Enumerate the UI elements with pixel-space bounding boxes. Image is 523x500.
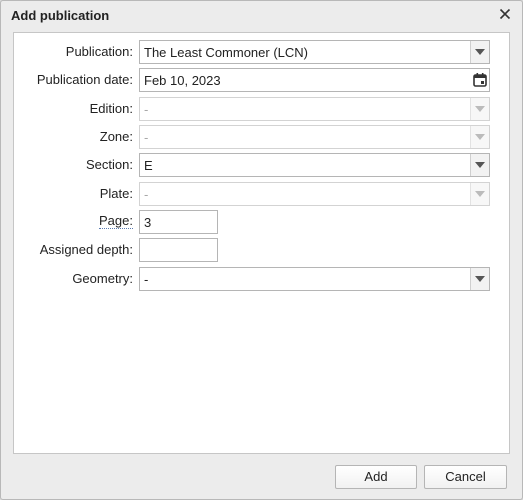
plate-label: Plate:: [99, 186, 133, 201]
section-combo[interactable]: E: [139, 153, 490, 177]
publication-combo[interactable]: The Least Commoner (LCN): [139, 40, 490, 64]
publication-label: Publication:: [65, 44, 133, 59]
geometry-label: Geometry:: [72, 271, 133, 286]
edition-value: -: [144, 102, 149, 117]
form-panel: Publication: The Least Commoner (LCN) Pu…: [13, 32, 510, 454]
section-value: E: [144, 158, 153, 173]
geometry-row: Geometry: -: [14, 267, 509, 291]
assigned-depth-input[interactable]: [139, 238, 218, 262]
page-value: 3: [144, 215, 152, 230]
plate-row: Plate: -: [14, 182, 509, 206]
plate-combo: -: [139, 182, 490, 206]
zone-row: Zone: -: [14, 125, 509, 149]
assigned-depth-row: Assigned depth:: [14, 238, 509, 262]
zone-value: -: [144, 130, 149, 145]
add-button[interactable]: Add: [335, 465, 417, 489]
page-input[interactable]: 3: [139, 210, 218, 234]
plate-value: -: [144, 187, 149, 202]
assigned-depth-label: Assigned depth:: [39, 242, 133, 257]
edition-label: Edition:: [89, 101, 133, 116]
publication-date-row: Publication date: Feb 10, 2023: [14, 68, 509, 92]
cancel-button[interactable]: Cancel: [424, 465, 507, 489]
edition-combo: -: [139, 97, 490, 121]
page-row: Page: 3: [14, 210, 509, 234]
publication-value: The Least Commoner (LCN): [144, 45, 308, 60]
chevron-down-icon: [470, 183, 489, 205]
publication-row: Publication: The Least Commoner (LCN): [14, 40, 509, 64]
close-icon[interactable]: [497, 6, 513, 22]
geometry-combo[interactable]: -: [139, 267, 490, 291]
dialog-title: Add publication: [11, 8, 110, 23]
chevron-down-icon[interactable]: [470, 268, 489, 290]
calendar-icon[interactable]: [471, 69, 489, 91]
section-label: Section:: [86, 157, 133, 172]
chevron-down-icon[interactable]: [470, 41, 489, 63]
add-publication-dialog: Add publication Publication: The Least C…: [0, 0, 523, 500]
publication-date-field[interactable]: Feb 10, 2023: [139, 68, 490, 92]
publication-date-value: Feb 10, 2023: [144, 73, 221, 88]
dialog-titlebar[interactable]: Add publication: [1, 1, 522, 29]
chevron-down-icon: [470, 98, 489, 120]
section-row: Section: E: [14, 153, 509, 177]
chevron-down-icon[interactable]: [470, 154, 489, 176]
publication-date-label: Publication date:: [36, 72, 133, 87]
geometry-value: -: [144, 272, 149, 287]
zone-combo: -: [139, 125, 490, 149]
chevron-down-icon: [470, 126, 489, 148]
edition-row: Edition: -: [14, 97, 509, 121]
zone-label: Zone:: [99, 129, 133, 144]
page-label: Page:: [99, 213, 133, 229]
